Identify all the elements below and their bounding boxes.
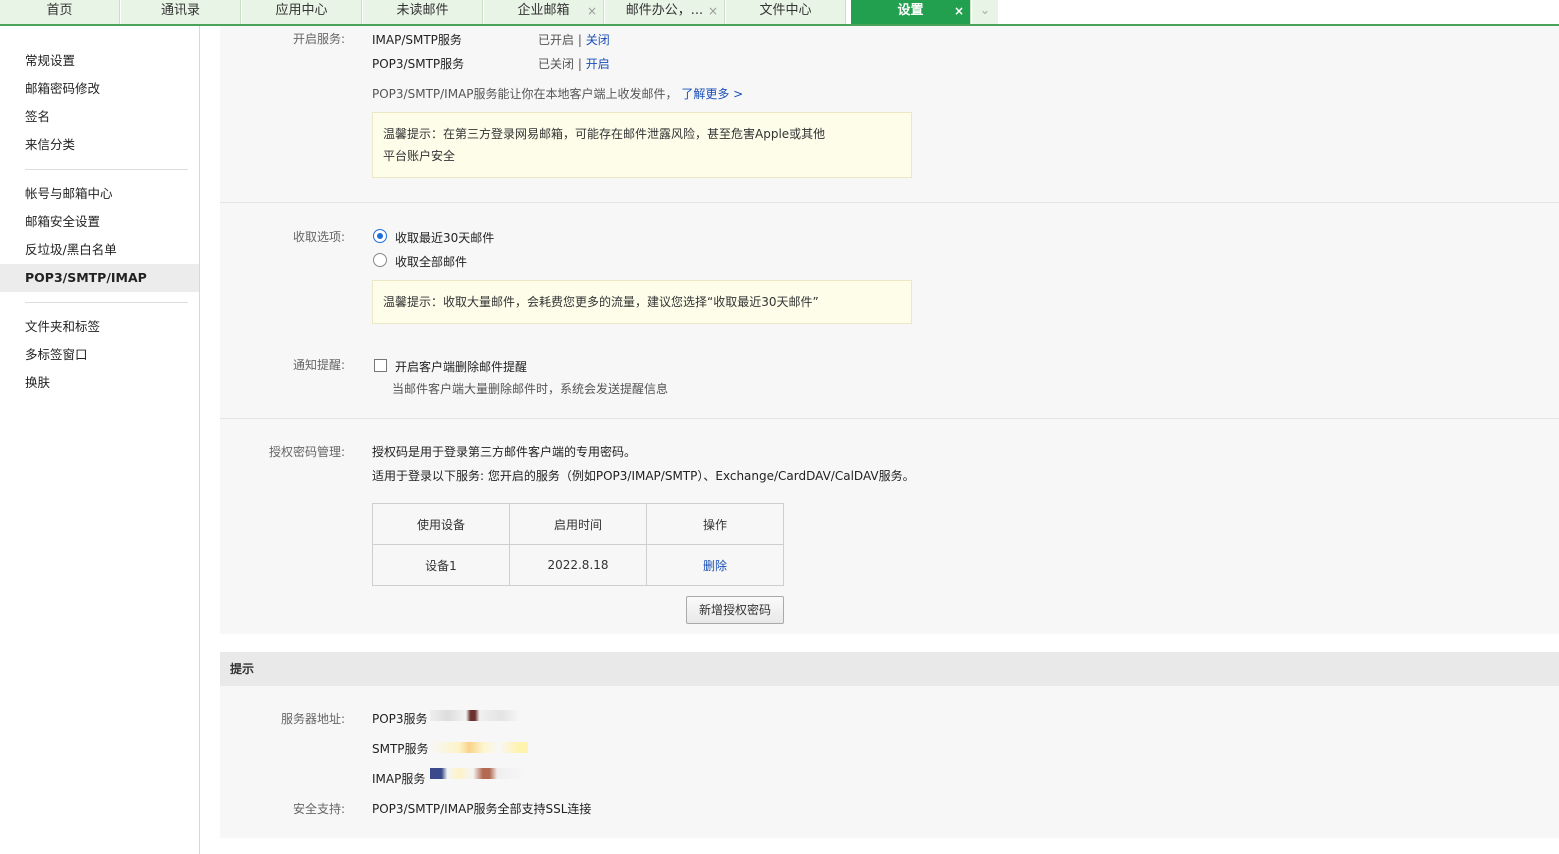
learn-more-link[interactable]: 了解更多 >: [681, 87, 743, 101]
device-cell: 设备1: [372, 544, 510, 586]
tab-label: 文件中心: [759, 3, 812, 18]
sidebar-item-skin[interactable]: 换肤: [0, 369, 199, 397]
receive-all-radio[interactable]: [373, 253, 387, 267]
tab-label: 应用中心: [275, 3, 328, 18]
pop3-service-status-row: 已关闭 | 开启: [538, 55, 610, 72]
hint-header: 提示: [220, 652, 1559, 686]
redacted-pop3-address: [430, 710, 520, 721]
tab-label: 首页: [46, 3, 73, 18]
section-divider: [220, 418, 1559, 419]
pop3-settings-panel: 开启服务: IMAP/SMTP服务 已开启 | 关闭 POP3/SMTP服务 已…: [220, 26, 1559, 634]
smtp-server-label: SMTP服务: [372, 742, 429, 756]
services-tip: 温馨提示：在第三方登录网易邮箱，可能存在邮件泄露风险，甚至危害Apple或其他平…: [372, 112, 912, 178]
notify-label: 通知提醒:: [292, 358, 345, 372]
security-label: 安全支持:: [292, 802, 345, 816]
sidebar-divider: [25, 169, 188, 170]
separator: |: [577, 33, 582, 47]
services-label: 开启服务:: [292, 32, 345, 46]
pop3-service-status: 已关闭: [538, 57, 575, 71]
pop3-service-name: POP3/SMTP服务: [372, 57, 465, 71]
tab-label: 设置: [897, 3, 924, 18]
sidebar-item-folders-labels[interactable]: 文件夹和标签: [0, 313, 199, 341]
tab-file-center[interactable]: 文件中心: [726, 0, 846, 24]
imap-service-status-row: 已开启 | 关闭: [538, 31, 610, 48]
imap-close-link[interactable]: 关闭: [586, 33, 610, 47]
auth-desc-line1: 授权码是用于登录第三方邮件客户端的专用密码。: [372, 445, 637, 459]
receive-30days-radio[interactable]: [373, 229, 387, 243]
security-text: POP3/SMTP/IMAP服务全部支持SSL连接: [372, 802, 592, 816]
sidebar-item-account-center[interactable]: 帐号与邮箱中心: [0, 180, 199, 208]
sidebar-item-antispam[interactable]: 反垃圾/黑白名单: [0, 236, 199, 264]
tab-app-center[interactable]: 应用中心: [242, 0, 362, 24]
hint-panel: 服务器地址: POP3服务 SMTP服务 IMAP服务 安全支持: POP3/S…: [220, 686, 1559, 838]
settings-sidebar: 常规设置 邮箱密码修改 签名 来信分类 帐号与邮箱中心 邮箱安全设置 反垃圾/黑…: [0, 26, 200, 854]
receive-label: 收取选项:: [292, 230, 345, 244]
sidebar-item-password[interactable]: 邮箱密码修改: [0, 75, 199, 103]
auth-device-table: 使用设备 启用时间 操作 设备1 2022.8.18 删除: [372, 503, 784, 586]
delete-reminder-desc: 当邮件客户端大量删除邮件时，系统会发送提醒信息: [392, 382, 669, 396]
table-header-row: 使用设备 启用时间 操作: [372, 503, 784, 545]
sidebar-item-pop3-smtp-imap[interactable]: POP3/SMTP/IMAP: [0, 264, 199, 292]
tab-label: 通讯录: [160, 3, 200, 18]
action-cell: 删除: [646, 544, 784, 586]
auth-label: 授权密码管理:: [268, 445, 345, 459]
tab-enterprise-mail[interactable]: 企业邮箱 ×: [484, 0, 604, 24]
close-icon[interactable]: ×: [708, 0, 718, 22]
delete-link[interactable]: 删除: [703, 559, 727, 573]
add-auth-code-button[interactable]: 新增授权密码: [686, 596, 784, 624]
sidebar-item-multi-tab[interactable]: 多标签窗口: [0, 341, 199, 369]
pop3-open-link[interactable]: 开启: [586, 57, 610, 71]
column-header-device: 使用设备: [372, 503, 510, 545]
sidebar-item-mail-category[interactable]: 来信分类: [0, 131, 199, 159]
time-cell: 2022.8.18: [509, 544, 647, 586]
server-address-label: 服务器地址:: [280, 712, 345, 726]
sidebar-divider: [25, 302, 188, 303]
close-icon[interactable]: ×: [587, 0, 597, 22]
tab-bar: 首页 通讯录 应用中心 未读邮件 企业邮箱 × 邮件办公，... × 文件中心 设置…: [0, 0, 1559, 26]
tab-mail-office[interactable]: 邮件办公，... ×: [605, 0, 725, 24]
sidebar-item-general[interactable]: 常规设置: [0, 47, 199, 75]
sidebar-item-signature[interactable]: 签名: [0, 103, 199, 131]
delete-reminder-checkbox[interactable]: [374, 359, 387, 372]
tab-label: 未读邮件: [396, 3, 449, 18]
tab-more-dropdown[interactable]: ⌄: [972, 0, 998, 24]
services-note-row: POP3/SMTP/IMAP服务能让你在本地客户端上收发邮件， 了解更多 >: [372, 85, 743, 102]
redacted-imap-address: [430, 768, 526, 779]
settings-main: 开启服务: IMAP/SMTP服务 已开启 | 关闭 POP3/SMTP服务 已…: [220, 26, 1559, 854]
table-row: 设备1 2022.8.18 删除: [372, 544, 784, 586]
receive-30days-label[interactable]: 收取最近30天邮件: [395, 229, 494, 246]
tab-label: 邮件办公，...: [625, 3, 704, 18]
delete-reminder-label[interactable]: 开启客户端删除邮件提醒: [395, 358, 527, 375]
separator: |: [577, 57, 582, 71]
tab-settings[interactable]: 设置 ×: [851, 0, 971, 24]
sidebar-item-security[interactable]: 邮箱安全设置: [0, 208, 199, 236]
tab-home[interactable]: 首页: [0, 0, 120, 24]
tab-label: 企业邮箱: [517, 3, 570, 18]
tab-contacts[interactable]: 通讯录: [121, 0, 241, 24]
column-header-action: 操作: [646, 503, 784, 545]
auth-desc-line2: 适用于登录以下服务: 您开启的服务（例如POP3/IMAP/SMTP）、Exch…: [372, 469, 915, 483]
receive-tip: 温馨提示：收取大量邮件，会耗费您更多的流量，建议您选择“收取最近30天邮件”: [372, 280, 912, 324]
redacted-smtp-address: [430, 742, 528, 753]
receive-all-label[interactable]: 收取全部邮件: [395, 253, 467, 270]
pop3-server-label: POP3服务: [372, 712, 428, 726]
chevron-down-icon: ⌄: [979, 3, 991, 18]
imap-service-status: 已开启: [538, 33, 575, 47]
tab-unread-mail[interactable]: 未读邮件: [363, 0, 483, 24]
column-header-time: 启用时间: [509, 503, 647, 545]
section-divider: [220, 202, 1559, 203]
services-note: POP3/SMTP/IMAP服务能让你在本地客户端上收发邮件，: [372, 87, 678, 101]
imap-service-name: IMAP/SMTP服务: [372, 33, 462, 47]
imap-server-label: IMAP服务: [372, 772, 426, 786]
close-icon[interactable]: ×: [954, 0, 964, 22]
